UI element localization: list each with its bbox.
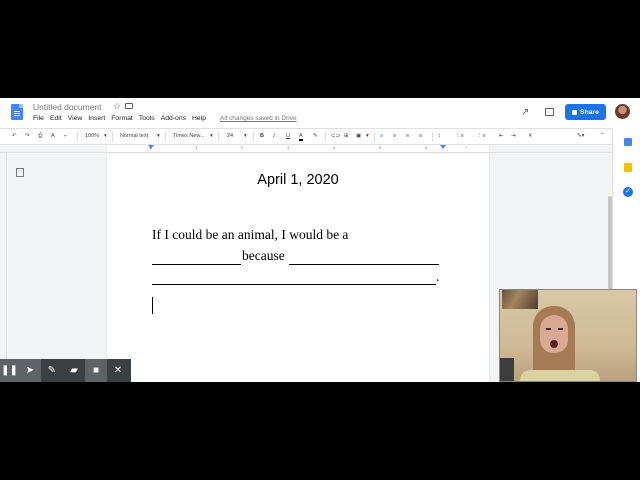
menu-insert[interactable]: Insert (88, 115, 105, 122)
pen-icon[interactable]: ✎ (41, 359, 63, 382)
justify-icon[interactable]: ≡ (419, 133, 422, 139)
chevron-down-icon: ▾ (104, 133, 107, 139)
pointer-icon[interactable]: ➤ (19, 359, 41, 382)
comment-add-icon[interactable]: ⊞ (344, 133, 349, 139)
text-cursor (152, 297, 153, 314)
underline-icon[interactable]: U (286, 133, 290, 139)
lock-icon (572, 109, 578, 115)
document-page[interactable]: April 1, 2020 If I could be an animal, I… (107, 153, 489, 382)
increase-indent-icon[interactable]: ⇥ (511, 133, 516, 139)
vertical-ruler (0, 153, 7, 382)
activity-trend-icon[interactable]: ↗ (521, 107, 529, 118)
chevron-down-icon: ▾ (366, 133, 369, 139)
period: . (436, 269, 440, 284)
wall-painting (502, 290, 538, 309)
blank-line (152, 264, 241, 265)
link-icon[interactable]: ⊂⊃ (331, 133, 340, 139)
print-icon[interactable]: ⎙ (38, 133, 42, 140)
line-spacing-icon[interactable]: ↕ (438, 133, 441, 139)
font-size-select[interactable]: 24 (227, 133, 233, 139)
align-right-icon[interactable]: ≡ (406, 133, 409, 139)
image-icon[interactable]: ▣ (356, 133, 361, 139)
pause-icon[interactable]: ❚❚ (0, 359, 19, 382)
because-word: because (242, 248, 285, 263)
calendar-icon[interactable] (624, 138, 632, 146)
ruler-number: 1 (149, 145, 152, 150)
numbered-list-icon[interactable]: ⋮≡ (455, 133, 464, 139)
redo-icon[interactable]: ↷ (25, 133, 30, 139)
document-title[interactable]: Untitled document (33, 102, 102, 112)
zoom-select[interactable]: 100% (85, 133, 99, 139)
style-select[interactable]: Normal text (120, 133, 148, 139)
share-button[interactable]: Share (565, 104, 606, 120)
webcam-overlay (499, 289, 637, 382)
ruler-number: 1 (195, 145, 198, 150)
bulleted-list-icon[interactable]: ⋮≡ (477, 133, 486, 139)
highlighter-icon[interactable]: ▰ (63, 359, 85, 382)
avatar[interactable] (615, 104, 630, 119)
menu-format[interactable]: Format (111, 115, 133, 122)
highlight-icon[interactable]: ✎ (313, 133, 318, 139)
collapse-icon[interactable]: ⌃ (600, 133, 605, 139)
camera-icon[interactable]: ■ (85, 359, 107, 382)
menu-bar: File Edit View Insert Format Tools Add-o… (33, 115, 212, 122)
blank-line (289, 264, 439, 265)
menu-help[interactable]: Help (192, 115, 206, 122)
ruler-number: 6 (425, 145, 428, 150)
share-label: Share (580, 108, 599, 116)
formatting-toolbar: ↶ ↷ ⎙ A ⌐ 100% ▾ Normal text ▾ Times New… (0, 128, 612, 145)
ruler-number: 7 (465, 145, 468, 150)
bold-icon[interactable]: B (260, 133, 264, 139)
menu-tools[interactable]: Tools (139, 115, 155, 122)
font-select[interactable]: Times New... (173, 133, 205, 139)
folder-icon[interactable] (125, 103, 133, 109)
editing-mode-icon[interactable]: ✎▾ (577, 133, 584, 139)
align-center-icon[interactable]: ≡ (393, 133, 396, 139)
presenter-eye (546, 328, 551, 330)
italic-icon[interactable]: I (273, 133, 275, 139)
ruler-number: 3 (287, 145, 290, 150)
menu-file[interactable]: File (33, 115, 44, 122)
save-status[interactable]: All changes saved in Drive (220, 115, 297, 122)
ruler-number: 4 (333, 145, 336, 150)
chevron-down-icon: ▾ (157, 133, 160, 139)
chevron-down-icon: ▾ (210, 133, 213, 139)
menu-addons[interactable]: Add-ons (161, 115, 186, 122)
menu-view[interactable]: View (68, 115, 83, 122)
keep-icon[interactable] (624, 163, 632, 172)
decrease-indent-icon[interactable]: ⇤ (499, 133, 504, 139)
docs-header: Untitled document ☆ File Edit View Inser… (0, 98, 640, 128)
close-icon[interactable]: ✕ (107, 359, 129, 382)
clear-formatting-icon[interactable]: ✕ (528, 133, 533, 139)
document-outline-icon[interactable] (16, 168, 24, 177)
paint-format-icon[interactable]: ⌐ (64, 133, 67, 139)
annotation-toolbar: ❚❚ ➤ ✎ ▰ ■ ✕ (0, 359, 131, 382)
ruler-number: 2 (241, 145, 244, 150)
horizontal-ruler[interactable]: 1 1 2 3 4 5 6 7 (107, 145, 489, 153)
tasks-icon[interactable]: ✓ (623, 187, 633, 197)
menu-edit[interactable]: Edit (50, 115, 62, 122)
undo-icon[interactable]: ↶ (12, 133, 17, 139)
date-heading: April 1, 2020 (257, 172, 339, 188)
presenter-mouth (550, 340, 558, 348)
chair (500, 358, 514, 381)
chevron-down-icon: ▾ (244, 133, 247, 139)
ruler-number: 5 (379, 145, 382, 150)
star-icon[interactable]: ☆ (113, 101, 121, 112)
text-color-icon[interactable]: A (299, 133, 303, 141)
prompt-line-1: If I could be an animal, I would be a (152, 227, 349, 242)
presenter-eye (558, 328, 563, 330)
screen-area: Untitled document ☆ File Edit View Inser… (0, 98, 640, 382)
right-indent-marker[interactable] (440, 145, 446, 149)
spellcheck-icon[interactable]: A (51, 133, 55, 139)
docs-logo-icon[interactable] (11, 104, 23, 120)
blank-line (152, 284, 436, 285)
presenter-shirt (520, 370, 600, 381)
align-left-icon[interactable]: ≡ (380, 133, 383, 139)
comment-icon[interactable] (545, 108, 554, 116)
